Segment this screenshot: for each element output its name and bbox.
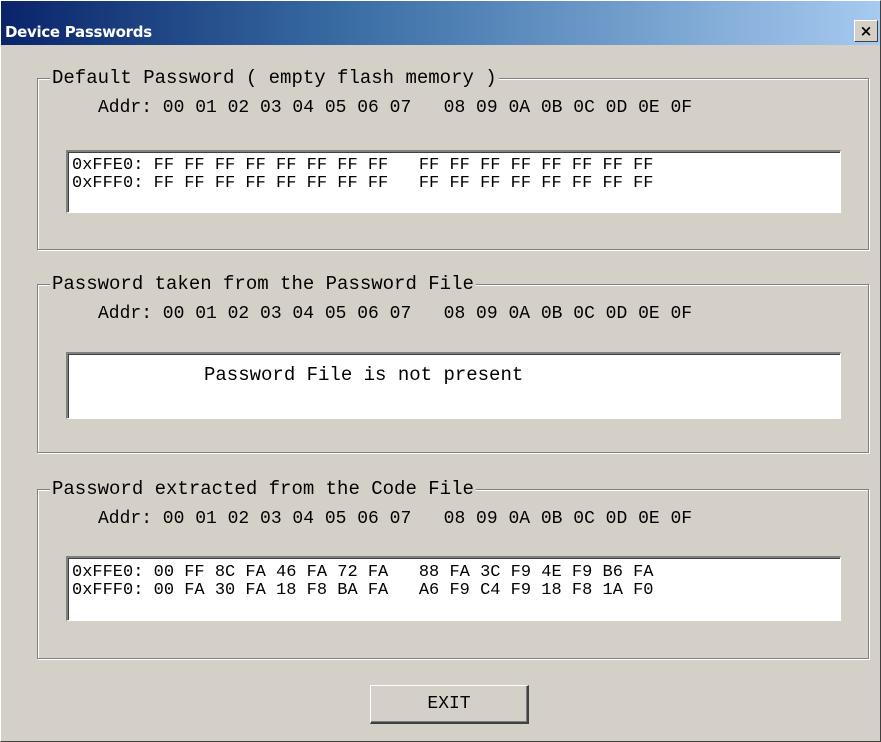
list-item: 0xFFE0: 00 FF 8C FA 46 FA 72 FA 88 FA 3C… (72, 563, 654, 582)
close-button[interactable]: × (854, 20, 878, 42)
code-file-listbox[interactable]: 0xFFE0: 00 FF 8C FA 46 FA 72 FA 88 FA 3C… (66, 556, 841, 621)
password-file-listbox[interactable]: Password File is not present (66, 352, 841, 419)
code-file-group: Password extracted from the Code File Ad… (37, 478, 869, 659)
code-file-group-title: Password extracted from the Code File (50, 478, 476, 500)
close-icon: × (859, 22, 873, 40)
title-bar[interactable]: Device Passwords × (1, 1, 880, 45)
password-file-addr-header: Addr: 00 01 02 03 04 05 06 07 08 09 0A 0… (98, 304, 693, 324)
list-item: 0xFFF0: 00 FA 30 FA 18 F8 BA FA A6 F9 C4… (72, 581, 654, 600)
default-password-group-title: Default Password ( empty flash memory ) (50, 67, 499, 89)
password-file-group: Password taken from the Password File Ad… (37, 273, 869, 453)
list-item: 0xFFF0: FF FF FF FF FF FF FF FF FF FF FF… (72, 174, 654, 193)
password-file-status-message: Password File is not present (204, 364, 524, 386)
default-password-addr-header: Addr: 00 01 02 03 04 05 06 07 08 09 0A 0… (98, 98, 693, 118)
list-item: 0xFFE0: FF FF FF FF FF FF FF FF FF FF FF… (72, 156, 654, 175)
window-title: Device Passwords (5, 23, 152, 41)
default-password-listbox[interactable]: 0xFFE0: FF FF FF FF FF FF FF FF FF FF FF… (66, 150, 841, 213)
password-file-group-title: Password taken from the Password File (50, 273, 476, 295)
code-file-addr-header: Addr: 00 01 02 03 04 05 06 07 08 09 0A 0… (98, 509, 693, 529)
exit-button[interactable]: EXIT (370, 685, 529, 724)
default-password-group: Default Password ( empty flash memory ) … (37, 67, 869, 250)
device-passwords-dialog: Device Passwords × Default Password ( em… (0, 0, 881, 742)
